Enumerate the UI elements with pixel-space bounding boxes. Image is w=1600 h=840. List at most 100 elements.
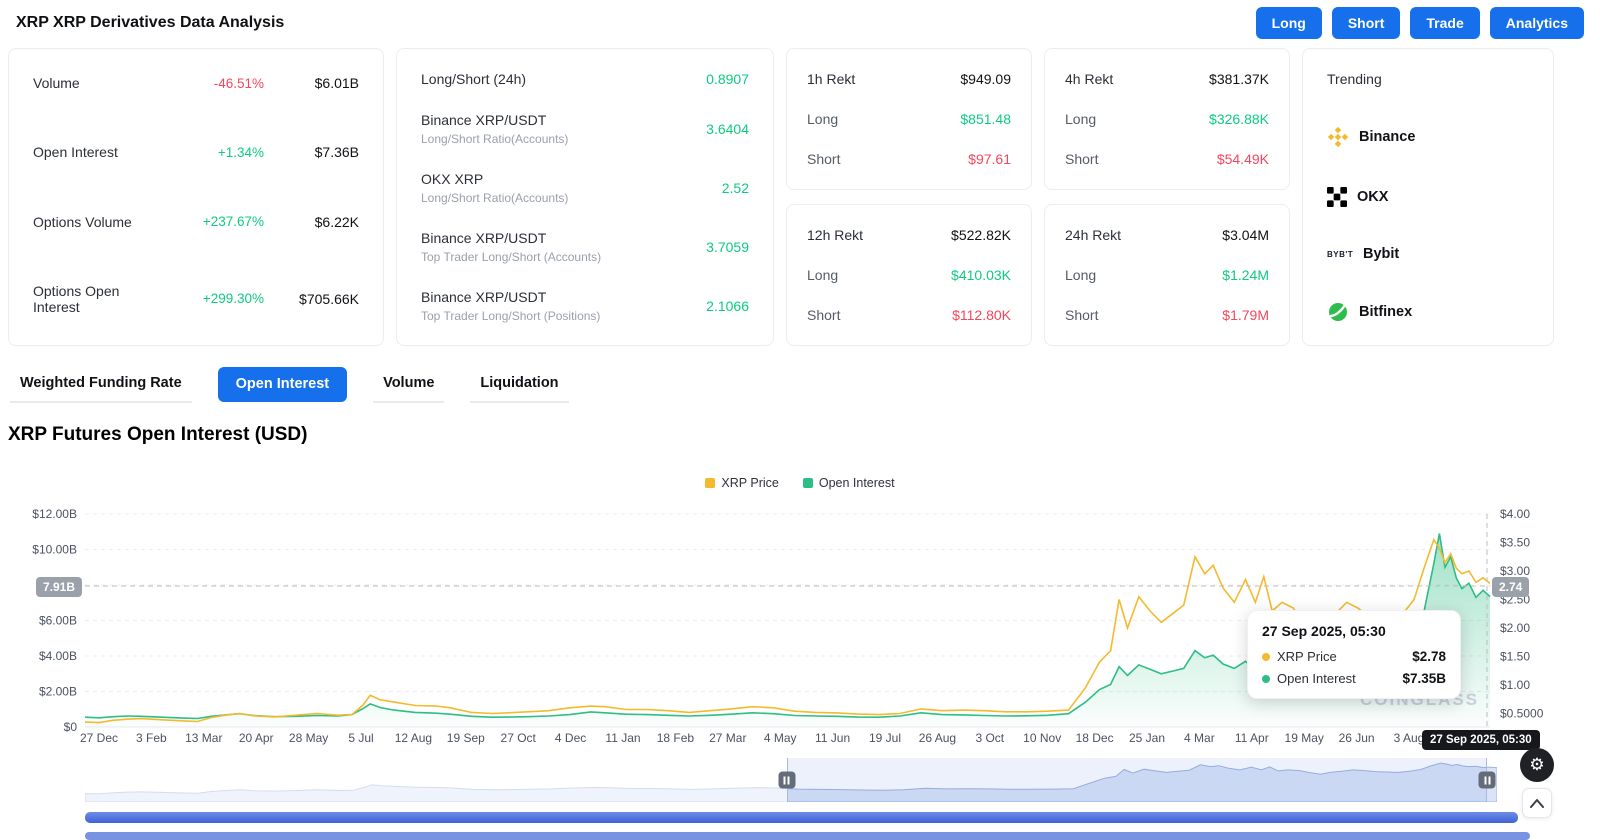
secondary-navigator-strip[interactable] xyxy=(85,832,1530,840)
tab-volume[interactable]: Volume xyxy=(373,366,444,403)
rekt-short-value: $112.80K xyxy=(952,307,1011,323)
rekt-total: $949.09 xyxy=(960,71,1011,87)
chevron-up-icon xyxy=(1530,798,1544,808)
x-axis-labels: 27 Dec3 Feb13 Mar20 Apr28 May5 Jul12 Aug… xyxy=(80,731,1424,745)
svg-text:26 Aug: 26 Aug xyxy=(919,731,956,745)
svg-text:$6.00B: $6.00B xyxy=(39,614,77,628)
svg-text:4 May: 4 May xyxy=(764,731,797,745)
y-axis-right-labels: $4.00$3.50$3.00$2.50$2.00$1.50$1.00$0.50… xyxy=(1500,507,1544,721)
ratio-sublabel: Top Trader Long/Short (Positions) xyxy=(421,309,600,323)
trending-item-binance[interactable]: Binance xyxy=(1327,126,1529,148)
svg-text:3 Aug: 3 Aug xyxy=(1394,731,1425,745)
stat-change: -46.51% xyxy=(164,76,264,91)
tooltip-date: 27 Sep 2025, 05:30 xyxy=(1262,623,1446,639)
svg-text:27 Oct: 27 Oct xyxy=(501,731,537,745)
svg-text:28 May: 28 May xyxy=(289,731,328,745)
tab-liquidation[interactable]: Liquidation xyxy=(470,366,568,403)
svg-text:$1.00: $1.00 xyxy=(1500,678,1530,692)
ratio-value: 3.7059 xyxy=(706,239,749,255)
ratio-label: Binance XRP/USDT xyxy=(421,289,600,305)
rekt-long-label: Long xyxy=(807,267,838,283)
trending-item-label: Bitfinex xyxy=(1359,304,1412,320)
svg-text:$1.50: $1.50 xyxy=(1500,650,1530,664)
trending-item-bybit[interactable]: BYB'T Bybit xyxy=(1327,246,1529,262)
trade-button[interactable]: Trade xyxy=(1410,7,1479,39)
svg-text:3 Feb: 3 Feb xyxy=(136,731,167,745)
rekt-column-2: 4h Rekt $381.37K Long $326.88K Short $54… xyxy=(1044,48,1290,346)
rekt-short-label: Short xyxy=(807,151,840,167)
xrp-price-dot-icon xyxy=(1262,653,1270,661)
chart-zoom-scrollbar[interactable] xyxy=(85,812,1518,823)
rekt-long-row: Long $326.88K xyxy=(1065,111,1269,127)
rekt-card-12h: 12h Rekt $522.82K Long $410.03K Short $1… xyxy=(786,204,1032,346)
tooltip-label: XRP Price xyxy=(1277,649,1337,664)
analytics-button[interactable]: Analytics xyxy=(1490,7,1584,39)
stat-label: Volume xyxy=(33,75,164,91)
navigator-right-handle[interactable] xyxy=(1479,772,1496,789)
rekt-short-label: Short xyxy=(807,307,840,323)
rekt-card-24h: 24h Rekt $3.04M Long $1.24M Short $1.79M xyxy=(1044,204,1290,346)
navigator-left-handle[interactable] xyxy=(778,772,795,789)
tooltip-row-price: XRP Price $2.78 xyxy=(1262,649,1446,664)
rekt-short-label: Short xyxy=(1065,151,1098,167)
svg-text:26 Jun: 26 Jun xyxy=(1339,731,1375,745)
svg-text:$4.00: $4.00 xyxy=(1500,507,1530,521)
rekt-long-label: Long xyxy=(1065,111,1096,127)
ratio-value: 2.1066 xyxy=(706,298,749,314)
long-button[interactable]: Long xyxy=(1256,7,1322,39)
svg-text:4 Dec: 4 Dec xyxy=(555,731,586,745)
binance-icon xyxy=(1327,126,1349,148)
ratio-sublabel: Top Trader Long/Short (Accounts) xyxy=(421,250,601,264)
right-axis-crosshair-badge: 2.74 xyxy=(1492,577,1529,597)
svg-text:10 Nov: 10 Nov xyxy=(1023,731,1061,745)
rekt-card-4h: 4h Rekt $381.37K Long $326.88K Short $54… xyxy=(1044,48,1290,190)
svg-text:27 Dec: 27 Dec xyxy=(80,731,118,745)
ratio-value: 2.52 xyxy=(722,180,749,196)
rekt-title: 1h Rekt xyxy=(807,71,855,87)
rekt-long-row: Long $410.03K xyxy=(807,267,1011,283)
svg-text:$3.00: $3.00 xyxy=(1500,564,1530,578)
svg-text:4 Mar: 4 Mar xyxy=(1184,731,1215,745)
tab-open-interest[interactable]: Open Interest xyxy=(218,367,347,402)
scroll-to-top-button[interactable] xyxy=(1522,788,1552,818)
ratio-row: Binance XRP/USDT Top Trader Long/Short (… xyxy=(421,230,749,264)
summary-cards: Volume -46.51% $6.01B Open Interest +1.3… xyxy=(8,48,1592,346)
svg-text:$12.00B: $12.00B xyxy=(32,507,77,521)
svg-text:$3.50: $3.50 xyxy=(1500,536,1530,550)
top-bar: XRP XRP Derivatives Data Analysis Long S… xyxy=(0,0,1600,46)
chart-tooltip: 27 Sep 2025, 05:30 XRP Price $2.78 Open … xyxy=(1247,610,1461,699)
y-axis-left-labels: $12.00B$10.00B$8.00B$6.00B$4.00B$2.00B$0 xyxy=(32,507,77,734)
rekt-short-row: Short $1.79M xyxy=(1065,307,1269,323)
ratio-value: 0.8907 xyxy=(706,71,749,87)
trending-item-label: Binance xyxy=(1359,129,1415,145)
tab-weighted-funding-rate[interactable]: Weighted Funding Rate xyxy=(10,366,192,403)
stat-value: $705.66K xyxy=(264,291,359,307)
rekt-long-value: $851.48 xyxy=(960,111,1011,127)
ratio-row: Binance XRP/USDT Top Trader Long/Short (… xyxy=(421,289,749,323)
short-button[interactable]: Short xyxy=(1332,7,1401,39)
trending-item-bitfinex[interactable]: Bitfinex xyxy=(1327,301,1529,323)
svg-text:$0: $0 xyxy=(64,720,78,734)
rekt-short-value: $54.49K xyxy=(1217,151,1269,167)
settings-fab[interactable]: ⚙ xyxy=(1520,748,1554,782)
rekt-title: 4h Rekt xyxy=(1065,71,1113,87)
rekt-total: $3.04M xyxy=(1222,227,1269,243)
tooltip-row-open-interest: Open Interest $7.35B xyxy=(1262,671,1446,686)
gear-icon: ⚙ xyxy=(1529,755,1544,775)
rekt-column-1: 1h Rekt $949.09 Long $851.48 Short $97.6… xyxy=(786,48,1032,346)
rekt-long-row: Long $851.48 xyxy=(807,111,1011,127)
chart-navigator[interactable] xyxy=(85,758,1497,802)
chart-section-title: XRP Futures Open Interest (USD) xyxy=(8,424,307,446)
rekt-short-row: Short $54.49K xyxy=(1065,151,1269,167)
stat-change: +237.67% xyxy=(164,214,264,229)
svg-text:13 Mar: 13 Mar xyxy=(185,731,222,745)
stat-value: $7.36B xyxy=(264,144,359,160)
svg-text:$0.5000: $0.5000 xyxy=(1500,707,1544,721)
left-axis-crosshair-badge: 7.91B xyxy=(36,577,82,597)
rekt-total: $381.37K xyxy=(1209,71,1269,87)
svg-text:3 Oct: 3 Oct xyxy=(975,731,1004,745)
ratio-label: Binance XRP/USDT xyxy=(421,112,568,128)
trending-item-label: Bybit xyxy=(1363,246,1399,262)
navigator-selected-range[interactable] xyxy=(787,758,1487,802)
trending-item-okx[interactable]: OKX xyxy=(1327,187,1529,207)
